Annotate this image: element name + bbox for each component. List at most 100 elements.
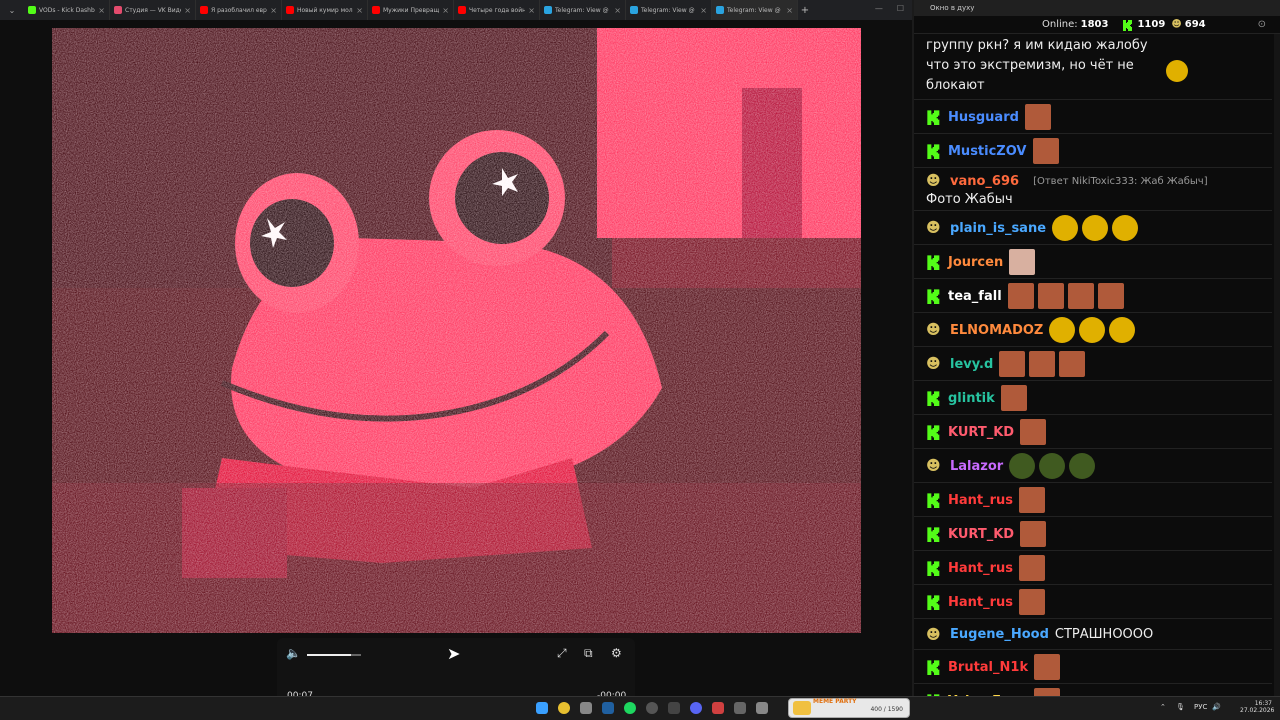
settings-gear-icon[interactable]: ⚙ — [611, 646, 622, 660]
kick-count: 1109 — [1137, 19, 1166, 30]
network-icon[interactable]: 🔊 — [1212, 703, 1221, 711]
tab-close-icon[interactable]: × — [528, 6, 535, 15]
tab-close-icon[interactable]: × — [442, 6, 449, 15]
window-controls: — ☐ — [867, 0, 912, 17]
volume-fill — [307, 654, 352, 656]
chat-username[interactable]: Lalazor — [950, 459, 1003, 474]
chat-username[interactable]: Husguard — [948, 110, 1019, 125]
browser-tab[interactable]: Telegram: View @ × — [626, 0, 712, 20]
other-stat: ☻ 694 — [1171, 19, 1205, 30]
mic-icon[interactable]: 🎙 — [1176, 703, 1185, 711]
browser-tab[interactable]: Я разоблачил евро × — [196, 0, 282, 20]
chat-scrollbar[interactable] — [1274, 34, 1280, 696]
minimize-icon[interactable]: — — [875, 4, 883, 13]
tab-title: Мужики Превраща — [383, 6, 440, 14]
kick-badge-icon — [927, 527, 940, 542]
tab-favicon-icon — [286, 6, 294, 14]
laugh-emote-icon — [1082, 215, 1109, 241]
browser-tab[interactable]: Студия — VK Видео × — [110, 0, 196, 20]
video-content-frog — [52, 28, 861, 633]
explorer-icon[interactable] — [580, 702, 592, 714]
chat-username[interactable]: MusticZOV — [948, 144, 1027, 159]
new-tab-button[interactable]: + — [798, 5, 812, 16]
browser-tab[interactable]: Новый кумир моло × — [282, 0, 368, 20]
clock[interactable]: 16:37 27.02.2026 — [1240, 700, 1274, 714]
fullscreen-icon[interactable]: ⤢ — [557, 646, 567, 661]
app-icon[interactable] — [756, 702, 768, 714]
tray-chevron-icon[interactable]: ⌃ — [1160, 703, 1166, 711]
kick-stat: 1109 — [1122, 19, 1165, 31]
face-emote-icon — [1024, 104, 1051, 130]
tab-favicon-icon — [458, 6, 466, 14]
widget-counter: 400 / 1590 — [870, 706, 903, 713]
tab-close-icon[interactable]: × — [98, 6, 105, 15]
tab-title: Telegram: View @ — [727, 6, 781, 14]
tab-close-icon[interactable]: × — [614, 6, 621, 15]
start-icon[interactable] — [536, 702, 548, 714]
clock-time: 16:37 — [1254, 700, 1272, 707]
volume-icon[interactable]: 🔈 — [286, 646, 301, 660]
browser-tab[interactable]: Четыре года войн × — [454, 0, 540, 20]
browser-tab[interactable]: Мужики Превраща × — [368, 0, 454, 20]
language-indicator[interactable]: РУС — [1194, 703, 1207, 711]
picture-in-picture-icon[interactable]: ⧉ — [584, 646, 593, 661]
chrome-icon[interactable] — [558, 702, 570, 714]
browser-tab[interactable]: Telegram: View @ × — [540, 0, 626, 20]
face-emote-icon — [1067, 283, 1094, 309]
chat-username[interactable]: tea_fall — [948, 289, 1002, 304]
spotify-icon[interactable] — [624, 702, 636, 714]
tab-close-icon[interactable]: × — [786, 6, 793, 15]
tab-favicon-icon — [28, 6, 36, 14]
app-icon[interactable] — [668, 702, 680, 714]
chat-message: glintik — [914, 381, 1272, 415]
chat-username[interactable]: Jourcen — [948, 255, 1003, 270]
meme-party-widget[interactable]: MEME PARTY 400 / 1590 — [788, 698, 910, 718]
chat-username[interactable]: Hant_rus — [948, 595, 1013, 610]
tab-close-icon[interactable]: × — [184, 6, 191, 15]
mono-emote-icon — [1009, 249, 1036, 275]
chat-username[interactable]: plain_is_sane — [950, 221, 1046, 236]
chat-username[interactable]: ELNOMADOZ — [950, 323, 1043, 338]
face-emote-icon — [1034, 654, 1061, 680]
tab-close-icon[interactable]: × — [356, 6, 363, 15]
tabs: VODs - Kick Dashb × Студия — VK Видео × Я ра… — [24, 0, 798, 20]
chat-message: KURT_KD — [914, 517, 1272, 551]
tab-favicon-icon — [716, 6, 724, 14]
chat-message: ☻ levy.d — [914, 347, 1272, 381]
chat-username[interactable]: Hant_rus — [948, 561, 1013, 576]
chat-username[interactable]: KURT_KD — [948, 527, 1014, 542]
online-count: 1803 — [1080, 19, 1109, 30]
chat-username[interactable]: KURT_KD — [948, 425, 1014, 440]
chat-username[interactable]: glintik — [948, 391, 995, 406]
tab-close-icon[interactable]: × — [270, 6, 277, 15]
face-emote-icon — [1097, 283, 1124, 309]
app-icon[interactable] — [712, 702, 724, 714]
chat-username[interactable]: Eugene_Hood — [950, 627, 1049, 642]
chat-username[interactable]: Hant_rus — [948, 493, 1013, 508]
maximize-icon[interactable]: ☐ — [897, 4, 904, 13]
user-badge-icon: ☻ — [926, 626, 941, 643]
volume-slider[interactable] — [307, 654, 361, 656]
video-frame[interactable] — [52, 28, 861, 633]
chat-username[interactable]: vano_696 — [950, 174, 1019, 189]
tab-title: VODs - Kick Dashb — [39, 6, 95, 14]
emote-icon — [1166, 60, 1188, 82]
browser-tab[interactable]: Telegram: View @ × — [712, 0, 798, 20]
user-avatar-icon: ☻ — [1171, 19, 1182, 30]
face-emote-icon — [1037, 283, 1064, 309]
chat-username[interactable]: levy.d — [950, 357, 993, 372]
chat-settings-icon[interactable]: ⊙ — [1258, 19, 1266, 30]
kick-badge-icon — [927, 289, 940, 304]
browser-tab[interactable]: VODs - Kick Dashb × — [24, 0, 110, 20]
steam-icon[interactable] — [602, 702, 614, 714]
tab-close-icon[interactable]: × — [700, 6, 707, 15]
obs-icon[interactable] — [646, 702, 658, 714]
tab-list-chevron-icon[interactable]: ⌄ — [0, 6, 24, 15]
tab-favicon-icon — [200, 6, 208, 14]
app-icon[interactable] — [734, 702, 746, 714]
chat-username[interactable]: Brutal_N1k — [948, 660, 1028, 675]
frog-emote-icon — [1069, 453, 1096, 479]
user-badge-icon: ☻ — [926, 322, 941, 338]
discord-icon[interactable] — [690, 702, 702, 714]
reply-reference[interactable]: [Ответ NikiToxic333: Жаб Жабыч] — [1033, 176, 1208, 187]
